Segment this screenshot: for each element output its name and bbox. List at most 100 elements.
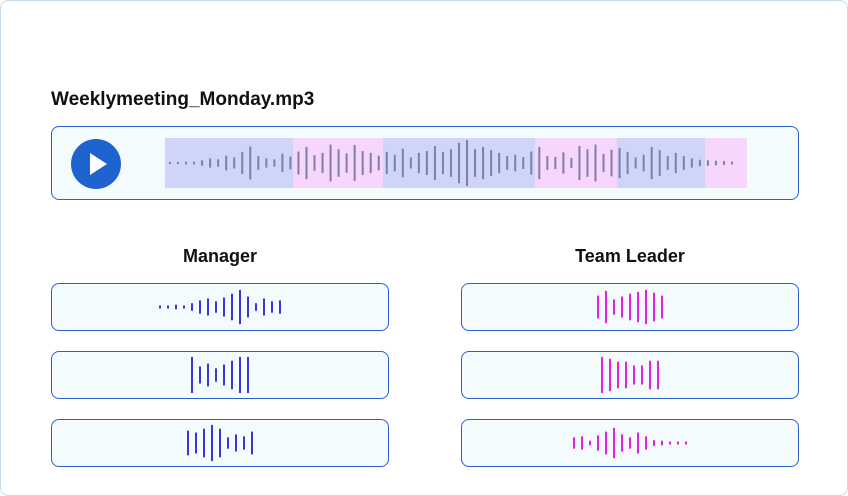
clip-waveform-bar (167, 305, 169, 309)
waveform-bar (618, 147, 621, 179)
waveform-bar (586, 149, 589, 177)
clip-waveform-bar (661, 295, 663, 319)
clip-waveform-bar (223, 297, 225, 317)
clip-waveform-bar (211, 424, 213, 462)
waveform-bar (345, 153, 348, 173)
waveform-bar (201, 160, 204, 166)
waveform-bar (273, 159, 276, 167)
waveform-bar (714, 160, 717, 166)
waveform-bar (169, 162, 171, 164)
clip-waveform-bar (215, 301, 217, 313)
app-card: Weeklymeeting_Monday.mp3 Manager Team Le… (0, 0, 848, 496)
clip-waveform (601, 356, 659, 394)
waveform-bar (690, 158, 693, 168)
waveform-bar (297, 151, 300, 175)
team-leader-clip-3[interactable] (461, 419, 799, 467)
waveform-bar (554, 157, 557, 169)
waveform-bar (626, 151, 629, 175)
clip-waveform-bar (625, 361, 627, 389)
clip-waveform-bar (605, 290, 607, 324)
clip-waveform-bar (573, 437, 575, 449)
clip-waveform-bar (243, 436, 245, 450)
waveform-bar (538, 146, 541, 180)
waveform-bar (682, 156, 685, 170)
clip-waveform-bar (597, 295, 599, 319)
clip-waveform-bar (629, 437, 631, 449)
clip-waveform-bar (645, 289, 647, 325)
waveform-bar (642, 154, 645, 172)
clip-waveform (187, 424, 253, 462)
clip-waveform-bar (621, 296, 623, 318)
team-leader-clip-2[interactable] (461, 351, 799, 399)
clip-waveform-bar (653, 292, 655, 322)
clip-waveform-bar (251, 431, 253, 455)
main-waveform[interactable] (165, 138, 747, 188)
clip-waveform-bar (271, 301, 273, 313)
clip-waveform-bar (581, 436, 583, 450)
waveform-bar (474, 149, 477, 177)
clip-waveform-bar (677, 441, 679, 445)
clip-waveform-bar (661, 440, 663, 446)
waveform-bar (393, 154, 396, 172)
waveform-bar (658, 150, 661, 176)
waveform-bar (281, 153, 284, 173)
clip-waveform (573, 427, 687, 459)
clip-waveform-bar (191, 303, 193, 311)
waveform-bar (458, 142, 461, 184)
speaker-title-team-leader: Team Leader (575, 246, 685, 266)
clip-waveform-bar (609, 358, 611, 392)
manager-clip-3[interactable] (51, 419, 389, 467)
clip-waveform-bar (613, 427, 615, 459)
waveform-bar (482, 146, 485, 180)
clip-waveform-bar (203, 428, 205, 458)
clip-waveform-bar (187, 430, 189, 456)
waveform-bar (265, 158, 268, 168)
play-button[interactable] (71, 139, 121, 189)
waveform-bar (449, 149, 452, 177)
clip-waveform-bar (223, 364, 225, 386)
clip-waveform-bar (629, 293, 631, 321)
clip-waveform-bar (199, 300, 201, 314)
clip-waveform-bar (645, 436, 647, 450)
waveform-bar (546, 156, 549, 170)
clip-waveform-bar (633, 365, 635, 385)
waveform-bar (225, 155, 228, 171)
waveform-bar (722, 161, 725, 165)
play-icon (90, 153, 107, 175)
manager-clip-2[interactable] (51, 351, 389, 399)
waveform-bar (313, 155, 316, 171)
clip-waveform-bar (669, 441, 671, 445)
clip-waveform-bar (641, 365, 643, 385)
waveform-bar (361, 151, 364, 175)
clip-waveform-bar (195, 432, 197, 454)
clip-waveform-bar (597, 435, 599, 451)
waveform-bar (530, 151, 533, 175)
waveform-bar (433, 145, 436, 181)
waveform-bar (177, 162, 180, 164)
waveform-bar (634, 157, 637, 169)
waveform-bar (698, 159, 701, 167)
clip-waveform-bar (589, 440, 591, 446)
waveform-bar (650, 146, 653, 180)
clip-waveform-bar (637, 432, 639, 454)
manager-clip-1[interactable] (51, 283, 389, 331)
waveform-bar (570, 157, 573, 169)
waveform-bar (602, 153, 605, 173)
clip-waveform-bar (685, 441, 687, 445)
clip-waveform (159, 289, 281, 325)
clip-waveform-bar (207, 363, 209, 387)
team-leader-clip-1[interactable] (461, 283, 799, 331)
waveform-bar (730, 161, 733, 165)
clip-waveform-bar (215, 368, 217, 382)
waveform-bar (610, 149, 613, 177)
clip-waveform-bar (231, 293, 233, 321)
file-title: Weeklymeeting_Monday.mp3 (51, 89, 315, 110)
clip-waveform-bar (255, 303, 257, 311)
waveform-bar (562, 152, 565, 174)
waveform-bar (209, 158, 212, 168)
clip-waveform (191, 356, 249, 394)
waveform-bar (289, 156, 292, 170)
clip-waveform-bar (247, 296, 249, 318)
waveform-bar (321, 152, 324, 174)
waveform-bar (329, 144, 332, 182)
